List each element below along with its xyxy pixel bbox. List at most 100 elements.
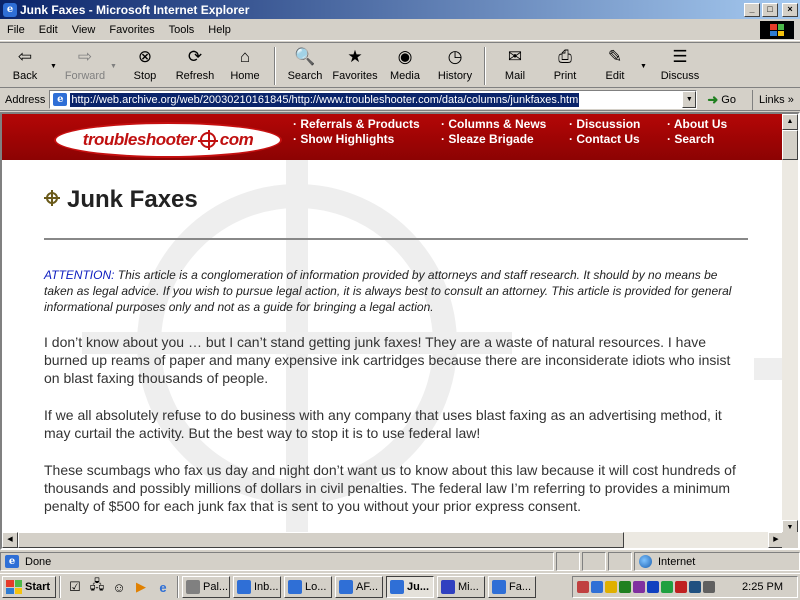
nav-search[interactable]: Search xyxy=(667,132,714,146)
media-button[interactable]: ◉ Media xyxy=(380,46,430,86)
status-main: e Done xyxy=(0,552,554,571)
printer-icon: ⎙ xyxy=(558,47,572,66)
tray-chart-icon[interactable] xyxy=(633,581,645,593)
address-input[interactable]: e http://web.archive.org/web/20030210161… xyxy=(49,90,698,109)
tray-clock-app-icon[interactable] xyxy=(591,581,603,593)
tray-dreamweaver-icon[interactable] xyxy=(689,581,701,593)
tray-flag-icon[interactable] xyxy=(605,581,617,593)
search-label: Search xyxy=(287,70,323,82)
discuss-label: Discuss xyxy=(660,70,700,82)
print-label: Print xyxy=(553,70,577,82)
tray-messenger-icon[interactable] xyxy=(661,581,673,593)
home-label: Home xyxy=(230,70,260,82)
start-button[interactable]: Start xyxy=(2,576,56,598)
scroll-corner xyxy=(782,532,798,548)
tray-monitor-icon[interactable] xyxy=(619,581,631,593)
go-button[interactable]: ➜ Go xyxy=(707,92,736,108)
task-app-icon xyxy=(237,580,251,594)
menu-edit[interactable]: Edit xyxy=(32,24,65,36)
mail-button[interactable]: ✉ Mail xyxy=(490,46,540,86)
menu-help[interactable]: Help xyxy=(201,24,238,36)
status-cell xyxy=(582,552,606,571)
forward-label: Forward xyxy=(64,70,106,82)
taskbar-task[interactable]: Mi... xyxy=(437,576,485,598)
links-button[interactable]: Links » xyxy=(751,89,794,110)
tray-network-icon[interactable] xyxy=(577,581,589,593)
back-dropdown[interactable]: ▼ xyxy=(50,46,60,86)
title-divider xyxy=(44,238,748,240)
history-button[interactable]: ◷ History xyxy=(430,46,480,86)
attention-notice: ATTENTION: This article is a conglomerat… xyxy=(44,267,748,315)
taskbar-task[interactable]: Pal... xyxy=(182,576,230,598)
browser-viewport: troubleshooter com Referrals & Products … xyxy=(0,112,800,550)
quicklaunch-media-player-icon[interactable]: ▶ xyxy=(131,577,151,597)
mail-icon: ✉ xyxy=(507,47,523,66)
nav-referrals-products[interactable]: Referrals & Products xyxy=(293,117,419,131)
scroll-left-button[interactable]: ◀ xyxy=(2,532,18,548)
task-app-icon xyxy=(492,580,506,594)
forward-dropdown[interactable]: ▼ xyxy=(110,46,120,86)
forward-button[interactable]: ⇨ Forward xyxy=(60,46,110,86)
site-logo[interactable]: troubleshooter com xyxy=(54,122,282,158)
scroll-up-button[interactable]: ▲ xyxy=(782,114,798,130)
favorites-folder-icon: ★ xyxy=(347,47,363,66)
task-app-icon xyxy=(186,580,200,594)
taskbar-task-active[interactable]: Ju... xyxy=(386,576,434,598)
taskbar-task[interactable]: Inb... xyxy=(233,576,281,598)
favorites-button[interactable]: ★ Favorites xyxy=(330,46,380,86)
vertical-scroll-thumb[interactable] xyxy=(782,130,798,160)
refresh-button[interactable]: ⟳ Refresh xyxy=(170,46,220,86)
nav-discussion[interactable]: Discussion xyxy=(569,117,640,131)
stop-icon: ⊗ xyxy=(137,47,153,66)
tray-antivirus-icon[interactable] xyxy=(647,581,659,593)
toolbar-separator xyxy=(484,47,486,85)
edit-dropdown[interactable]: ▼ xyxy=(640,46,650,86)
discuss-button[interactable]: ☰ Discuss xyxy=(650,46,710,86)
nav-about-us[interactable]: About Us xyxy=(667,117,727,131)
windows-logo xyxy=(760,21,794,39)
search-button[interactable]: 🔍 Search xyxy=(280,46,330,86)
go-label: Go xyxy=(721,93,736,106)
vertical-scrollbar[interactable]: ▲ ▼ xyxy=(782,114,798,536)
home-button[interactable]: ⌂ Home xyxy=(220,46,270,86)
forward-arrow-icon: ⇨ xyxy=(77,47,93,66)
horizontal-scrollbar[interactable]: ◀ ▶ xyxy=(2,532,784,548)
minimize-button[interactable]: _ xyxy=(744,2,760,17)
stop-label: Stop xyxy=(133,70,157,82)
menu-tools[interactable]: Tools xyxy=(162,24,202,36)
taskbar-clock[interactable]: 2:25 PM xyxy=(742,581,783,593)
nav-sleaze-brigade[interactable]: Sleaze Brigade xyxy=(441,132,533,146)
nav-columns-news[interactable]: Columns & News xyxy=(441,117,546,131)
security-zone: Internet xyxy=(634,552,800,571)
tray-sync-icon[interactable] xyxy=(675,581,687,593)
maximize-button[interactable]: □ xyxy=(762,2,778,17)
article-paragraph: If we all absolutely refuse to do busine… xyxy=(44,407,722,441)
menu-file[interactable]: File xyxy=(0,24,32,36)
horizontal-scroll-thumb[interactable] xyxy=(18,532,624,548)
taskbar-task[interactable]: AF... xyxy=(335,576,383,598)
logo-text-right: com xyxy=(219,130,254,149)
print-button[interactable]: ⎙ Print xyxy=(540,46,590,86)
history-icon: ◷ xyxy=(447,47,463,66)
address-url[interactable]: http://web.archive.org/web/2003021016184… xyxy=(70,92,580,107)
quicklaunch-network-icon[interactable]: 🖧 xyxy=(87,577,107,597)
tray-speaker-icon[interactable] xyxy=(703,581,715,593)
quicklaunch-people-icon[interactable]: ☺ xyxy=(109,577,129,597)
menu-view[interactable]: View xyxy=(65,24,103,36)
back-button[interactable]: ⇦ Back xyxy=(0,46,50,86)
edit-button[interactable]: ✎ Edit xyxy=(590,46,640,86)
quicklaunch-ie-icon[interactable]: e xyxy=(153,577,173,597)
attention-text: This article is a conglomeration of info… xyxy=(44,268,732,314)
close-button[interactable]: × xyxy=(782,2,798,17)
taskbar-task[interactable]: Fa... xyxy=(488,576,536,598)
quicklaunch-checklist-icon[interactable]: ☑ xyxy=(65,577,85,597)
task-label: Inb... xyxy=(254,581,279,593)
stop-button[interactable]: ⊗ Stop xyxy=(120,46,170,86)
toolbar-separator xyxy=(274,47,276,85)
nav-show-highlights[interactable]: Show Highlights xyxy=(293,132,394,146)
menu-favorites[interactable]: Favorites xyxy=(102,24,161,36)
address-dropdown[interactable]: ▼ xyxy=(682,91,697,108)
taskbar-task[interactable]: Lo... xyxy=(284,576,332,598)
nav-contact-us[interactable]: Contact Us xyxy=(569,132,639,146)
windows-flag-icon xyxy=(770,24,784,36)
